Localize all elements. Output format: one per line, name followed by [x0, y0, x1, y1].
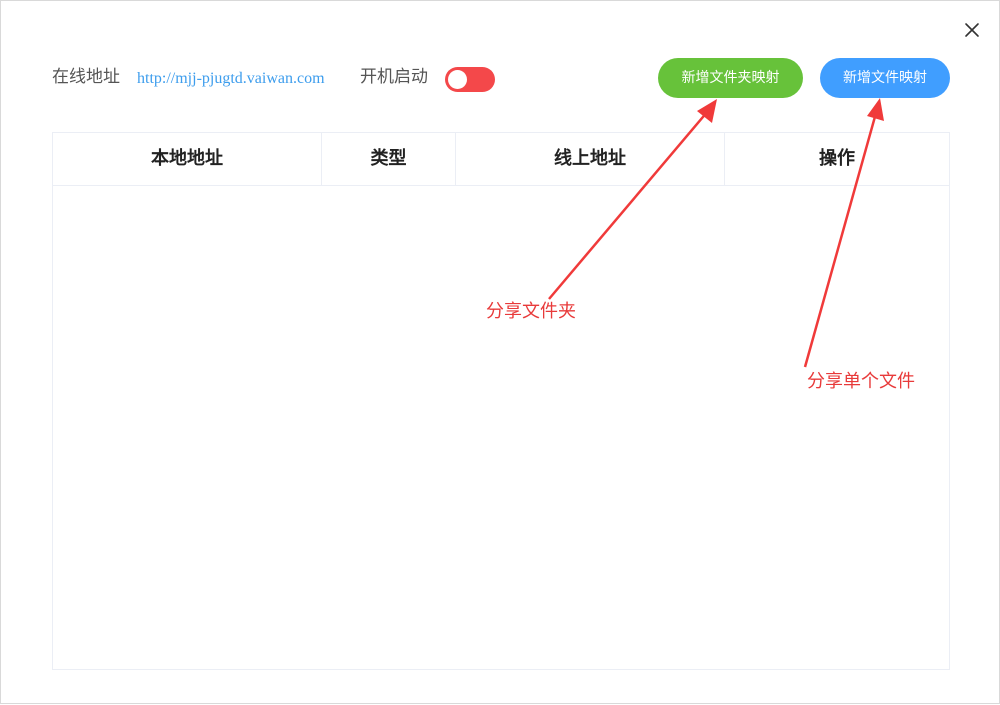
annotation-share-single-file: 分享单个文件 [807, 371, 915, 392]
annotation-share-folder: 分享文件夹 [486, 301, 576, 322]
address-url-link[interactable]: http://mjj-pjugtd.vaiwan.com [137, 69, 325, 89]
table-header: 本地地址 类型 线上地址 操作 [53, 133, 949, 186]
mapping-table: 本地地址 类型 线上地址 操作 [52, 132, 950, 670]
dialog-window: 在线地址 http://mjj-pjugtd.vaiwan.com 开机启动 新… [0, 0, 1000, 704]
autostart-label: 开机启动 [360, 67, 428, 87]
column-header-local-address: 本地地址 [53, 133, 322, 185]
column-header-type: 类型 [322, 133, 456, 185]
close-icon[interactable] [962, 20, 982, 40]
column-header-actions: 操作 [819, 148, 855, 169]
toggle-knob [448, 70, 467, 89]
add-file-mapping-button[interactable]: 新增文件映射 [820, 58, 950, 98]
column-header-online-address: 线上地址 [456, 133, 725, 185]
autostart-toggle[interactable] [445, 67, 495, 92]
add-folder-mapping-button[interactable]: 新增文件夹映射 [658, 58, 803, 98]
address-label: 在线地址 [52, 67, 120, 87]
